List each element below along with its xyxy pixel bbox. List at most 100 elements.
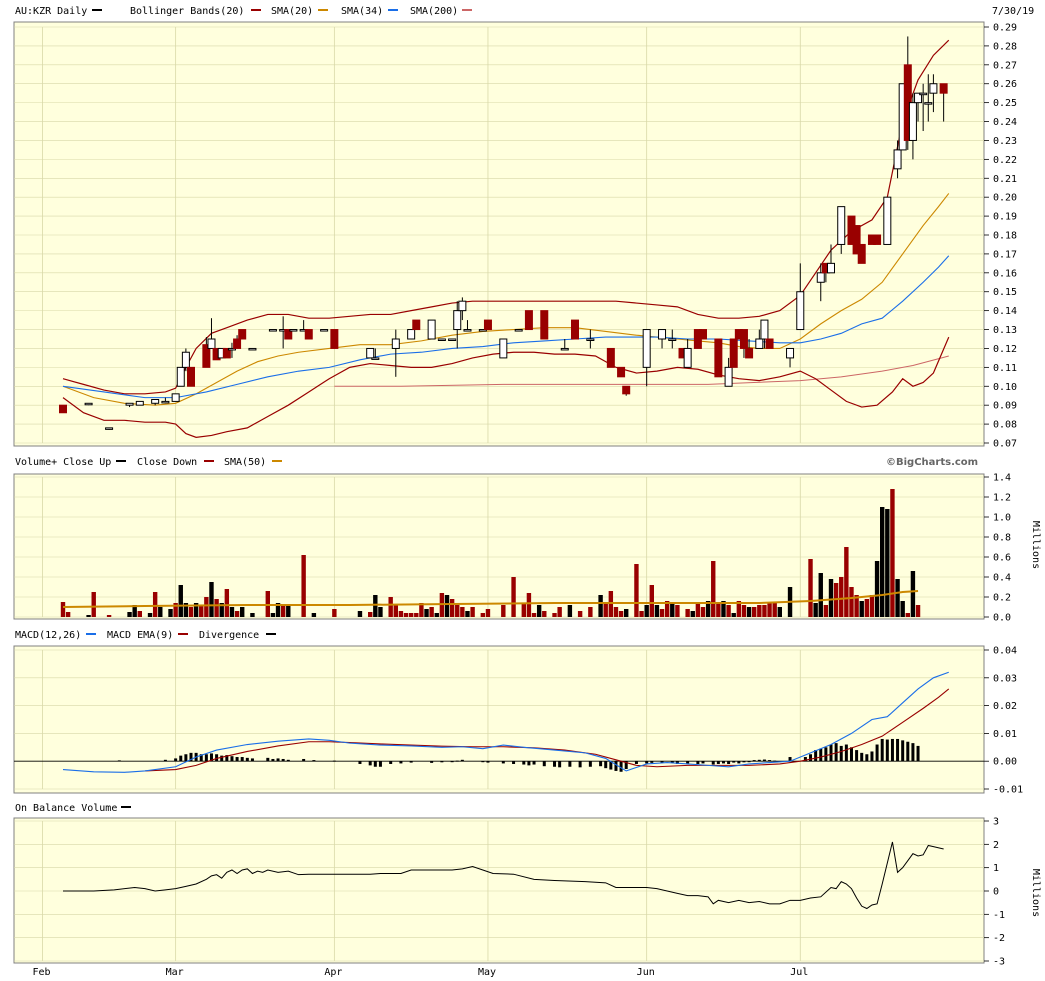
volume-bar xyxy=(618,611,624,617)
divergence-bar xyxy=(880,738,884,762)
volume-bar xyxy=(752,607,757,617)
volume-bar xyxy=(168,609,173,617)
divergence-bar xyxy=(911,743,915,762)
volume-bar xyxy=(234,611,240,617)
candle-body xyxy=(924,102,933,105)
volume-bar xyxy=(485,609,491,617)
candle-body xyxy=(745,347,754,359)
y-tick-label: -2 xyxy=(993,933,1005,944)
stock-chart: 0.07 0.08 0.09 0.10 0.11 0.12 0.13 0.14 0.15 0.16… xyxy=(13,6,1041,978)
volume-bar xyxy=(301,555,306,617)
divergence-bar xyxy=(378,761,382,767)
candle-body xyxy=(760,319,769,340)
volume-bar xyxy=(772,603,777,617)
divergence-bar xyxy=(742,761,746,763)
obv-header: On Balance Volume xyxy=(15,803,131,814)
divergence-bar xyxy=(732,761,736,763)
divergence-bar xyxy=(527,761,531,766)
candle-body xyxy=(161,400,170,404)
volume-bar xyxy=(480,613,486,617)
volume-bar xyxy=(567,605,573,617)
volume-bar xyxy=(716,603,721,617)
divergence-bar xyxy=(757,759,761,762)
divergence-bar xyxy=(460,759,464,762)
macd-y-axis: -0.01 0.00 0.01 0.02 0.03 0.04 xyxy=(984,646,1023,796)
divergence-bar xyxy=(768,760,772,762)
y-tick-label: 0.17 xyxy=(993,249,1017,260)
candle-body xyxy=(729,338,738,368)
candle-body xyxy=(514,329,523,332)
candle-body xyxy=(873,234,882,245)
candle-body xyxy=(483,319,492,331)
y-tick-label: 0.04 xyxy=(993,646,1017,657)
volume-units-label: Millions xyxy=(1030,521,1041,569)
candle-body xyxy=(755,338,764,349)
divergence-bar xyxy=(604,761,608,769)
candle-body xyxy=(658,329,667,340)
volume-bar xyxy=(199,605,204,617)
divergence-bar xyxy=(752,760,756,762)
divergence-bar xyxy=(650,761,654,763)
candle-body xyxy=(560,347,569,351)
volume-bar xyxy=(127,612,132,617)
candle-body xyxy=(827,262,835,274)
volume-up-swatch xyxy=(116,460,126,462)
divergence-bar xyxy=(250,758,254,762)
volume-bar xyxy=(501,605,506,617)
divergence-bar xyxy=(855,750,859,762)
volume-bar xyxy=(818,573,823,617)
divergence-bar xyxy=(286,759,290,762)
divergence-bar xyxy=(542,761,546,767)
volume-bar xyxy=(434,613,439,617)
y-tick-label: 0.28 xyxy=(993,41,1017,52)
candle-body xyxy=(540,310,549,340)
candle-body xyxy=(786,347,795,359)
y-tick-label: 0.6 xyxy=(993,553,1011,564)
volume-bar xyxy=(332,609,337,617)
obv-swatch xyxy=(121,806,131,808)
obv-label: On Balance Volume xyxy=(15,803,117,814)
volume-sma-swatch xyxy=(272,460,282,462)
divergence-bar xyxy=(481,761,485,763)
candle-body xyxy=(248,347,257,351)
volume-bar xyxy=(813,603,818,617)
volume-bar xyxy=(270,613,276,617)
y-tick-label: 0.18 xyxy=(993,231,1017,242)
candle-body xyxy=(412,319,421,331)
divergence-bar xyxy=(645,761,649,764)
divergence-bar xyxy=(501,761,505,764)
volume-bar xyxy=(690,611,695,617)
candle-body xyxy=(816,272,825,283)
y-tick-label: 0.19 xyxy=(993,212,1017,223)
y-tick-label: 0.03 xyxy=(993,673,1017,684)
divergence-bar xyxy=(634,761,638,764)
volume-down-label: Close Down xyxy=(137,457,197,468)
volume-bar xyxy=(839,577,844,617)
divergence-bar xyxy=(875,744,879,762)
divergence-bar xyxy=(522,761,526,765)
volume-bar xyxy=(741,605,747,617)
divergence-bar xyxy=(829,744,833,762)
divergence-bar xyxy=(747,761,751,763)
watermark: ©BigCharts.com xyxy=(886,457,978,468)
y-tick-label: 1.0 xyxy=(993,513,1011,524)
divergence-bar xyxy=(486,761,490,763)
divergence-bar xyxy=(271,758,275,762)
volume-bar xyxy=(675,605,680,617)
divergence-bar xyxy=(773,760,777,762)
y-tick-label: -0.01 xyxy=(993,785,1023,796)
volume-bar xyxy=(634,564,639,617)
divergence-bar xyxy=(281,758,285,762)
divergence-bar xyxy=(174,758,178,762)
volume-bar xyxy=(598,595,603,617)
divergence-label: Divergence xyxy=(199,630,259,641)
volume-bar xyxy=(624,609,629,617)
divergence-bar xyxy=(450,761,454,763)
macd-plot-area xyxy=(13,645,985,794)
candle-body xyxy=(320,329,329,332)
volume-bar xyxy=(874,561,880,617)
volume-bar xyxy=(746,607,752,617)
volume-bar xyxy=(511,577,516,617)
divergence-bar xyxy=(819,748,823,762)
divergence-bar xyxy=(245,757,249,762)
